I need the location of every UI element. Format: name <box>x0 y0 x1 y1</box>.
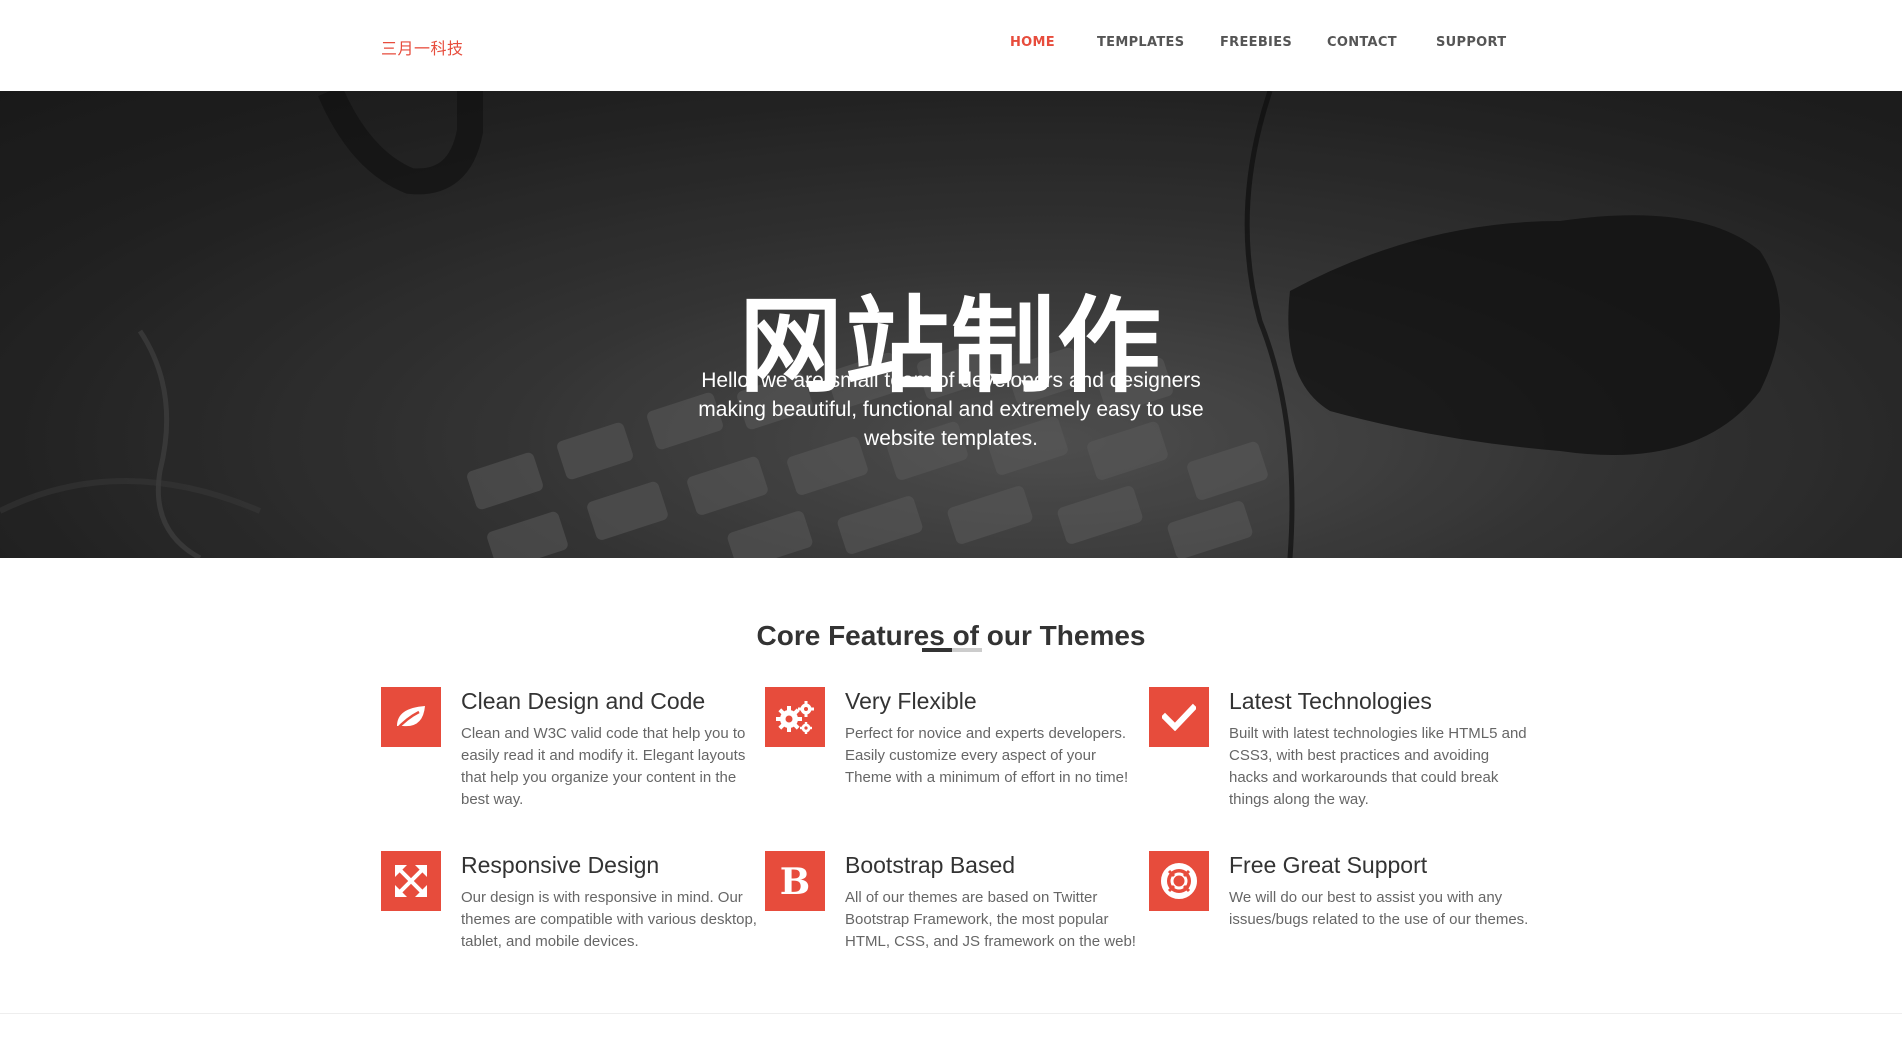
top-navbar: 三月一科技 HOME TEMPLATES FREEBIES CONTACT SU… <box>0 0 1902 91</box>
svg-text:B: B <box>780 862 810 900</box>
nav-freebies[interactable]: FREEBIES <box>1220 35 1292 50</box>
feature-description: Built with latest technologies like HTML… <box>1229 725 1527 808</box>
feature-flexible: Very Flexible Perfect for novice and exp… <box>765 687 1135 827</box>
expand-arrows-icon <box>381 851 441 911</box>
section-divider <box>0 1013 1902 1014</box>
feature-support: Free Great Support We will do our best t… <box>1149 851 1528 991</box>
gears-icon <box>765 687 825 747</box>
feature-description: Perfect for novice and experts developer… <box>845 725 1129 786</box>
nav-contact[interactable]: CONTACT <box>1327 35 1397 50</box>
hero-subtitle: Hello, we are small team of developers a… <box>698 369 1204 450</box>
feature-title: Clean Design and Code <box>461 688 706 714</box>
feature-description: Clean and W3C valid code that help you t… <box>461 725 746 808</box>
heading-divider-light <box>952 648 982 652</box>
feature-description: All of our themes are based on Twitter B… <box>845 889 1136 950</box>
lifebuoy-icon <box>1149 851 1209 911</box>
feature-clean-design: Clean Design and Code Clean and W3C vali… <box>381 687 751 827</box>
feature-title: Bootstrap Based <box>845 852 1016 878</box>
feature-title: Free Great Support <box>1229 852 1428 878</box>
feature-title: Latest Technologies <box>1229 688 1432 714</box>
feature-description: Our design is with responsive in mind. O… <box>461 889 757 950</box>
feature-title: Responsive Design <box>461 852 660 878</box>
feature-description: We will do our best to assist you with a… <box>1229 889 1529 928</box>
nav-templates[interactable]: TEMPLATES <box>1097 35 1184 50</box>
heading-divider-dark <box>922 648 952 652</box>
feature-responsive: Responsive Design Our design is with res… <box>381 851 757 991</box>
main-nav: HOME TEMPLATES FREEBIES CONTACT SUPPORT <box>0 35 1902 55</box>
feature-title: Very Flexible <box>845 688 977 714</box>
nav-support[interactable]: SUPPORT <box>1436 35 1506 50</box>
bootstrap-b-icon: B <box>765 851 825 911</box>
leaf-icon <box>381 687 441 747</box>
checkmark-icon <box>1149 687 1209 747</box>
feature-latest-tech: Latest Technologies Built with latest te… <box>1149 687 1527 827</box>
feature-bootstrap: B Bootstrap Based All of our themes are … <box>765 851 1136 991</box>
hero-banner: 网站制作 Hello, we are small team of develop… <box>0 91 1902 558</box>
nav-home[interactable]: HOME <box>1010 35 1055 50</box>
